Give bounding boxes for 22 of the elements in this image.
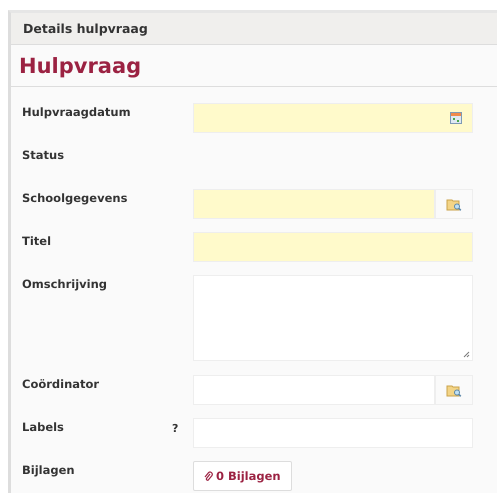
resize-handle-icon[interactable] — [463, 351, 470, 358]
date-field[interactable] — [193, 103, 473, 133]
field-label: Labels — [22, 419, 65, 434]
input-field[interactable] — [193, 232, 473, 262]
folder-search-icon — [446, 384, 462, 396]
attachments-button[interactable]: 0 Bijlagen — [193, 461, 292, 491]
folder-search-icon — [446, 198, 462, 210]
field-label: Omschrijving — [22, 276, 108, 291]
field-label: Schoolgegevens — [22, 190, 128, 205]
calendar-icon[interactable] — [450, 112, 462, 124]
input-field[interactable] — [193, 189, 435, 219]
lookup-button[interactable] — [435, 189, 473, 219]
panel-title: Details hulpvraag — [23, 21, 148, 36]
field-label: Bijlagen — [22, 462, 76, 477]
lookup-button[interactable] — [435, 375, 473, 405]
field-label: Hulpvraagdatum — [22, 104, 132, 119]
field-label: Titel — [22, 233, 52, 248]
field-label: Coördinator — [22, 376, 100, 391]
help-mark[interactable]: ? — [172, 422, 178, 435]
paperclip-icon — [204, 470, 213, 482]
section-title: Hulpvraag — [19, 54, 142, 78]
field-label: Status — [22, 147, 66, 162]
